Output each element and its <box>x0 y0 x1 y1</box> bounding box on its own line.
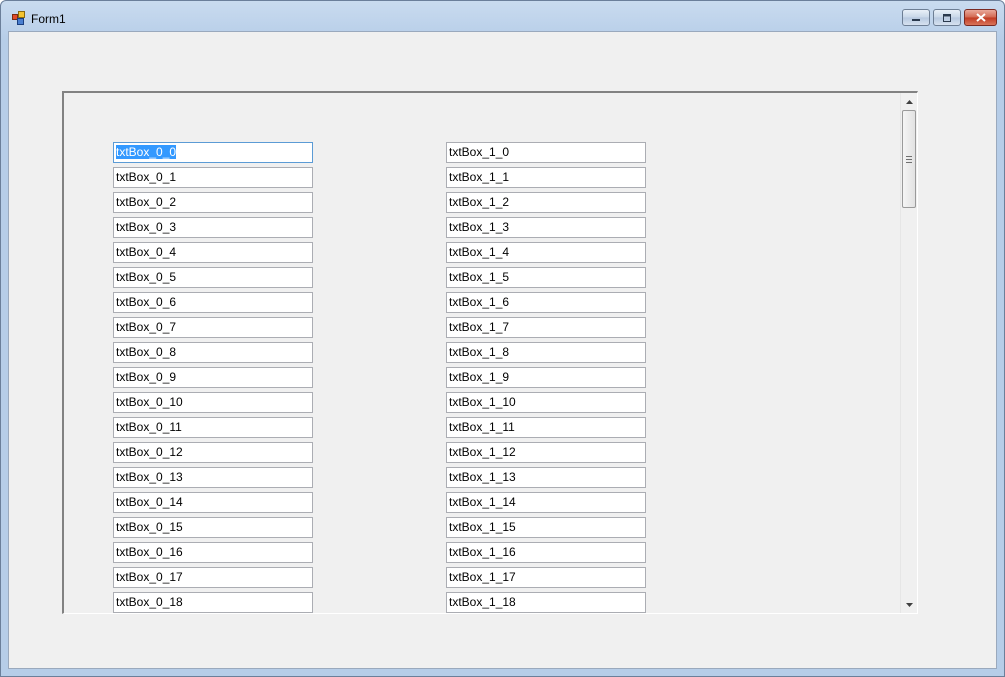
textbox-1-16[interactable]: txtBox_1_16 <box>446 542 646 563</box>
caption-buttons <box>902 9 997 28</box>
textbox-1-6[interactable]: txtBox_1_6 <box>446 292 646 313</box>
textbox-0-1[interactable]: txtBox_0_1 <box>113 167 313 188</box>
textbox-1-18[interactable]: txtBox_1_18 <box>446 592 646 613</box>
textbox-0-17[interactable]: txtBox_0_17 <box>113 567 313 588</box>
minimize-icon <box>912 18 920 21</box>
textbox-column-1: txtBox_1_0 txtBox_1_1 txtBox_1_2 txtBox_1_3… <box>446 142 646 613</box>
textbox-0-14[interactable]: txtBox_0_14 <box>113 492 313 513</box>
close-button[interactable] <box>964 9 997 26</box>
textbox-1-17[interactable]: txtBox_1_17 <box>446 567 646 588</box>
textbox-1-8[interactable]: txtBox_1_8 <box>446 342 646 363</box>
textbox-1-1[interactable]: txtBox_1_1 <box>446 167 646 188</box>
textbox-1-11[interactable]: txtBox_1_11 <box>446 417 646 438</box>
textbox-1-5[interactable]: txtBox_1_5 <box>446 267 646 288</box>
textbox-1-2[interactable]: txtBox_1_2 <box>446 192 646 213</box>
textbox-1-3[interactable]: txtBox_1_3 <box>446 217 646 238</box>
scroll-down-arrow-icon <box>905 602 913 607</box>
textbox-0-8[interactable]: txtBox_0_8 <box>113 342 313 363</box>
scroll-up-arrow-icon <box>905 99 913 104</box>
textbox-0-5[interactable]: txtBox_0_5 <box>113 267 313 288</box>
scroll-down-button[interactable] <box>901 596 917 613</box>
scroll-up-button[interactable] <box>901 93 917 110</box>
scroll-panel[interactable]: txtBox_0_0 txtBox_0_1 txtBox_0_2 txtBox_0_3… <box>62 91 918 614</box>
textbox-0-12[interactable]: txtBox_0_12 <box>113 442 313 463</box>
textbox-0-10[interactable]: txtBox_0_10 <box>113 392 313 413</box>
title-bar[interactable]: Form1 <box>1 1 1004 31</box>
maximize-button[interactable] <box>933 9 961 26</box>
textbox-0-4[interactable]: txtBox_0_4 <box>113 242 313 263</box>
textbox-1-13[interactable]: txtBox_1_13 <box>446 467 646 488</box>
form-client-area: txtBox_0_0 txtBox_0_1 txtBox_0_2 txtBox_0_3… <box>8 31 997 669</box>
textbox-1-9[interactable]: txtBox_1_9 <box>446 367 646 388</box>
textbox-1-15[interactable]: txtBox_1_15 <box>446 517 646 538</box>
textbox-0-11[interactable]: txtBox_0_11 <box>113 417 313 438</box>
window: Form1 txtBox_0_0 txtBox_0_1 txtBox_0_2 t… <box>0 0 1005 677</box>
textbox-0-18[interactable]: txtBox_0_18 <box>113 592 313 613</box>
textbox-1-0[interactable]: txtBox_1_0 <box>446 142 646 163</box>
textbox-1-14[interactable]: txtBox_1_14 <box>446 492 646 513</box>
textbox-0-3[interactable]: txtBox_0_3 <box>113 217 313 238</box>
textbox-column-0: txtBox_0_0 txtBox_0_1 txtBox_0_2 txtBox_0_3… <box>113 142 313 613</box>
app-icon[interactable] <box>12 11 26 25</box>
textbox-0-13[interactable]: txtBox_0_13 <box>113 467 313 488</box>
textbox-0-0[interactable]: txtBox_0_0 <box>113 142 313 163</box>
textbox-0-15[interactable]: txtBox_0_15 <box>113 517 313 538</box>
close-icon <box>975 13 986 22</box>
textbox-0-9[interactable]: txtBox_0_9 <box>113 367 313 388</box>
scrollbar-grip-icon <box>906 155 912 163</box>
maximize-icon <box>943 13 951 22</box>
vertical-scrollbar[interactable] <box>900 93 917 613</box>
textbox-0-7[interactable]: txtBox_0_7 <box>113 317 313 338</box>
textbox-0-16[interactable]: txtBox_0_16 <box>113 542 313 563</box>
window-title: Form1 <box>31 12 66 26</box>
textbox-1-7[interactable]: txtBox_1_7 <box>446 317 646 338</box>
textbox-1-10[interactable]: txtBox_1_10 <box>446 392 646 413</box>
textbox-0-6[interactable]: txtBox_0_6 <box>113 292 313 313</box>
minimize-button[interactable] <box>902 9 930 26</box>
textbox-1-4[interactable]: txtBox_1_4 <box>446 242 646 263</box>
scrollbar-thumb[interactable] <box>902 110 916 208</box>
textbox-1-12[interactable]: txtBox_1_12 <box>446 442 646 463</box>
selected-text: txtBox_0_0 <box>116 145 177 159</box>
textbox-0-2[interactable]: txtBox_0_2 <box>113 192 313 213</box>
